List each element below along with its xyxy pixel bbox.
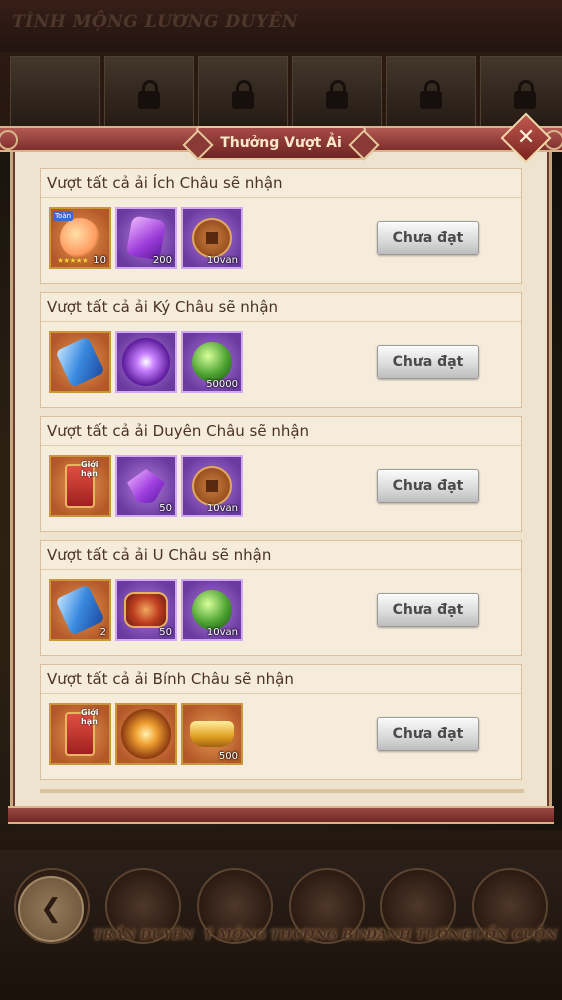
reward-card: Vượt tất cả ải Bính Châu sẽ nhận Giới hạn… (40, 664, 522, 780)
gold-ingot-icon (190, 721, 234, 747)
reward-item[interactable] (49, 331, 111, 393)
item-quantity: 10 (93, 255, 106, 266)
reward-item[interactable]: Giới hạn (49, 703, 111, 765)
modal-title-plaque: Thưởng Vượt Ải (196, 126, 366, 160)
reward-card-title: Vượt tất cả ải Bính Châu sẽ nhận (47, 670, 294, 688)
reward-card: Vượt tất cả ải Duyên Châu sẽ nhận Giới hạ… (40, 416, 522, 532)
reward-item[interactable] (115, 331, 177, 393)
reward-items: 50000 (49, 331, 243, 393)
divider (41, 197, 521, 198)
reward-list[interactable]: Vượt tất cả ải Ích Châu sẽ nhận Toàn ★★★★★… (38, 168, 524, 788)
reward-item[interactable]: Giới hạn (49, 455, 111, 517)
golden-burst-icon (121, 709, 171, 759)
not-reached-button[interactable]: Chưa đạt (377, 221, 479, 255)
divider (41, 569, 521, 570)
item-quantity: 10van (206, 503, 238, 514)
item-quantity: 2 (99, 627, 106, 638)
item-quantity: 10van (206, 627, 238, 638)
copper-coin-icon (192, 218, 232, 258)
reward-item[interactable]: 50 (115, 455, 177, 517)
reward-card-title: Vượt tất cả ải Ký Châu sẽ nhận (47, 298, 279, 316)
reward-item[interactable]: Toàn ★★★★★ 10 (49, 207, 111, 269)
reward-items: Toàn ★★★★★ 10 200 10van (49, 207, 243, 269)
green-orb-icon (192, 590, 232, 630)
reward-item[interactable]: 50000 (181, 331, 243, 393)
divider (41, 693, 521, 694)
reward-item[interactable]: 2 (49, 579, 111, 641)
limited-tag: Giới hạn (81, 708, 99, 726)
reward-items: Giới hạn 500 (49, 703, 243, 765)
purple-crystal-icon (127, 469, 165, 503)
divider (41, 445, 521, 446)
not-reached-button[interactable]: Chưa đạt (377, 469, 479, 503)
reward-item[interactable]: 50 (115, 579, 177, 641)
item-quantity: 50000 (206, 379, 238, 390)
reward-card-title: Vượt tất cả ải Duyên Châu sẽ nhận (47, 422, 310, 440)
reward-card-title: Vượt tất cả ải U Châu sẽ nhận (47, 546, 272, 564)
reward-item[interactable]: 10van (181, 455, 243, 517)
reward-card: Vượt tất cả ải Ký Châu sẽ nhận 50000 Chưa … (40, 292, 522, 408)
star-rating: ★★★★★ (57, 256, 89, 265)
close-icon: ✕ (516, 125, 536, 150)
limited-tag: Giới hạn (81, 460, 99, 478)
reward-item[interactable]: 500 (181, 703, 243, 765)
reward-item[interactable]: 10van (181, 579, 243, 641)
blue-crystal-icon (55, 336, 105, 388)
purple-gem-icon (125, 215, 167, 261)
reward-item[interactable]: 200 (115, 207, 177, 269)
heart-wing-icon (60, 218, 100, 258)
item-quantity: 200 (152, 255, 172, 266)
modal-title: Thưởng Vượt Ải (220, 135, 342, 151)
copper-coin-icon (192, 466, 232, 506)
modal-bottom-frame (8, 806, 554, 824)
reward-items: Giới hạn 50 10van (49, 455, 243, 517)
jewel-box-icon (124, 592, 168, 628)
item-quantity: 500 (218, 751, 238, 762)
item-quantity: 50 (159, 503, 172, 514)
not-reached-button[interactable]: Chưa đạt (377, 717, 479, 751)
reward-card-title: Vượt tất cả ải Ích Châu sẽ nhận (47, 174, 283, 192)
purple-orb-icon (122, 338, 170, 386)
divider (41, 321, 521, 322)
reward-items: 2 50 10van (49, 579, 243, 641)
not-reached-button[interactable]: Chưa đạt (377, 345, 479, 379)
item-quantity: 50 (159, 627, 172, 638)
list-bottom-edge (40, 789, 524, 793)
not-reached-button[interactable]: Chưa đạt (377, 593, 479, 627)
reward-card: Vượt tất cả ải U Châu sẽ nhận 2 50 10van Chư… (40, 540, 522, 656)
reward-item[interactable]: 10van (181, 207, 243, 269)
green-orb-icon (192, 342, 232, 382)
item-quantity: 10van (206, 255, 238, 266)
item-tag: Toàn (53, 211, 74, 221)
reward-item[interactable] (115, 703, 177, 765)
reward-card: Vượt tất cả ải Ích Châu sẽ nhận Toàn ★★★★★… (40, 168, 522, 284)
blue-crystal-icon (55, 584, 105, 636)
